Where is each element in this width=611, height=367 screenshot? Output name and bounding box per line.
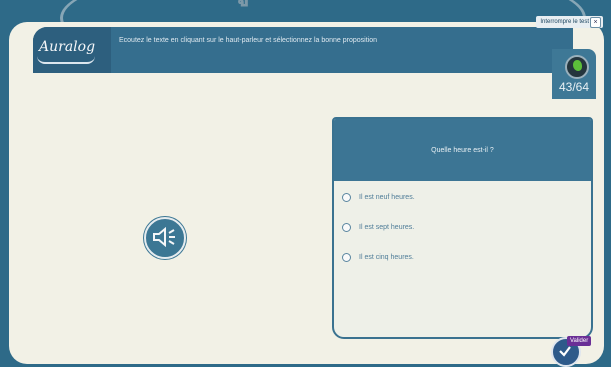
question-card: Quelle heure est-il ? Il est neuf heures… [332,117,593,339]
speaker-icon [153,227,175,247]
interrupt-label: Interrompre le test [540,19,589,25]
radio-button[interactable] [342,252,351,262]
close-icon[interactable]: × [590,17,601,28]
globe-icon [565,55,589,79]
answer-option-1[interactable]: Il est neuf heures. [342,191,415,203]
progress-box: 43/64 [552,49,596,99]
answer-label: Il est cinq heures. [359,253,414,261]
answer-label: Il est neuf heures. [359,193,415,201]
question-prompt: Quelle heure est-il ? [334,119,591,181]
logo-swoosh [37,56,95,64]
header: Auralog Ecoutez le texte en cliquant sur… [33,27,573,73]
logo-area: Auralog [33,27,111,73]
answer-label: Il est sept heures. [359,223,415,231]
interrupt-test-button[interactable]: Interrompre le test × [536,16,603,28]
answer-option-3[interactable]: Il est cinq heures. [342,251,414,263]
checkmark-icon [559,346,571,357]
speaker-button[interactable] [144,217,186,259]
instruction-text: Ecoutez le texte en cliquant sur le haut… [119,37,377,44]
auralog-logo: Auralog [39,39,96,55]
validate-tooltip: Valider [567,336,592,346]
progress-counter: 43/64 [558,80,590,94]
watermark-text: ฯอมูกล่าไ [183,0,348,12]
test-panel: Auralog Ecoutez le texte en cliquant sur… [9,22,604,364]
answer-option-2[interactable]: Il est sept heures. [342,221,414,233]
radio-button[interactable] [342,222,351,232]
radio-button[interactable] [342,192,351,202]
